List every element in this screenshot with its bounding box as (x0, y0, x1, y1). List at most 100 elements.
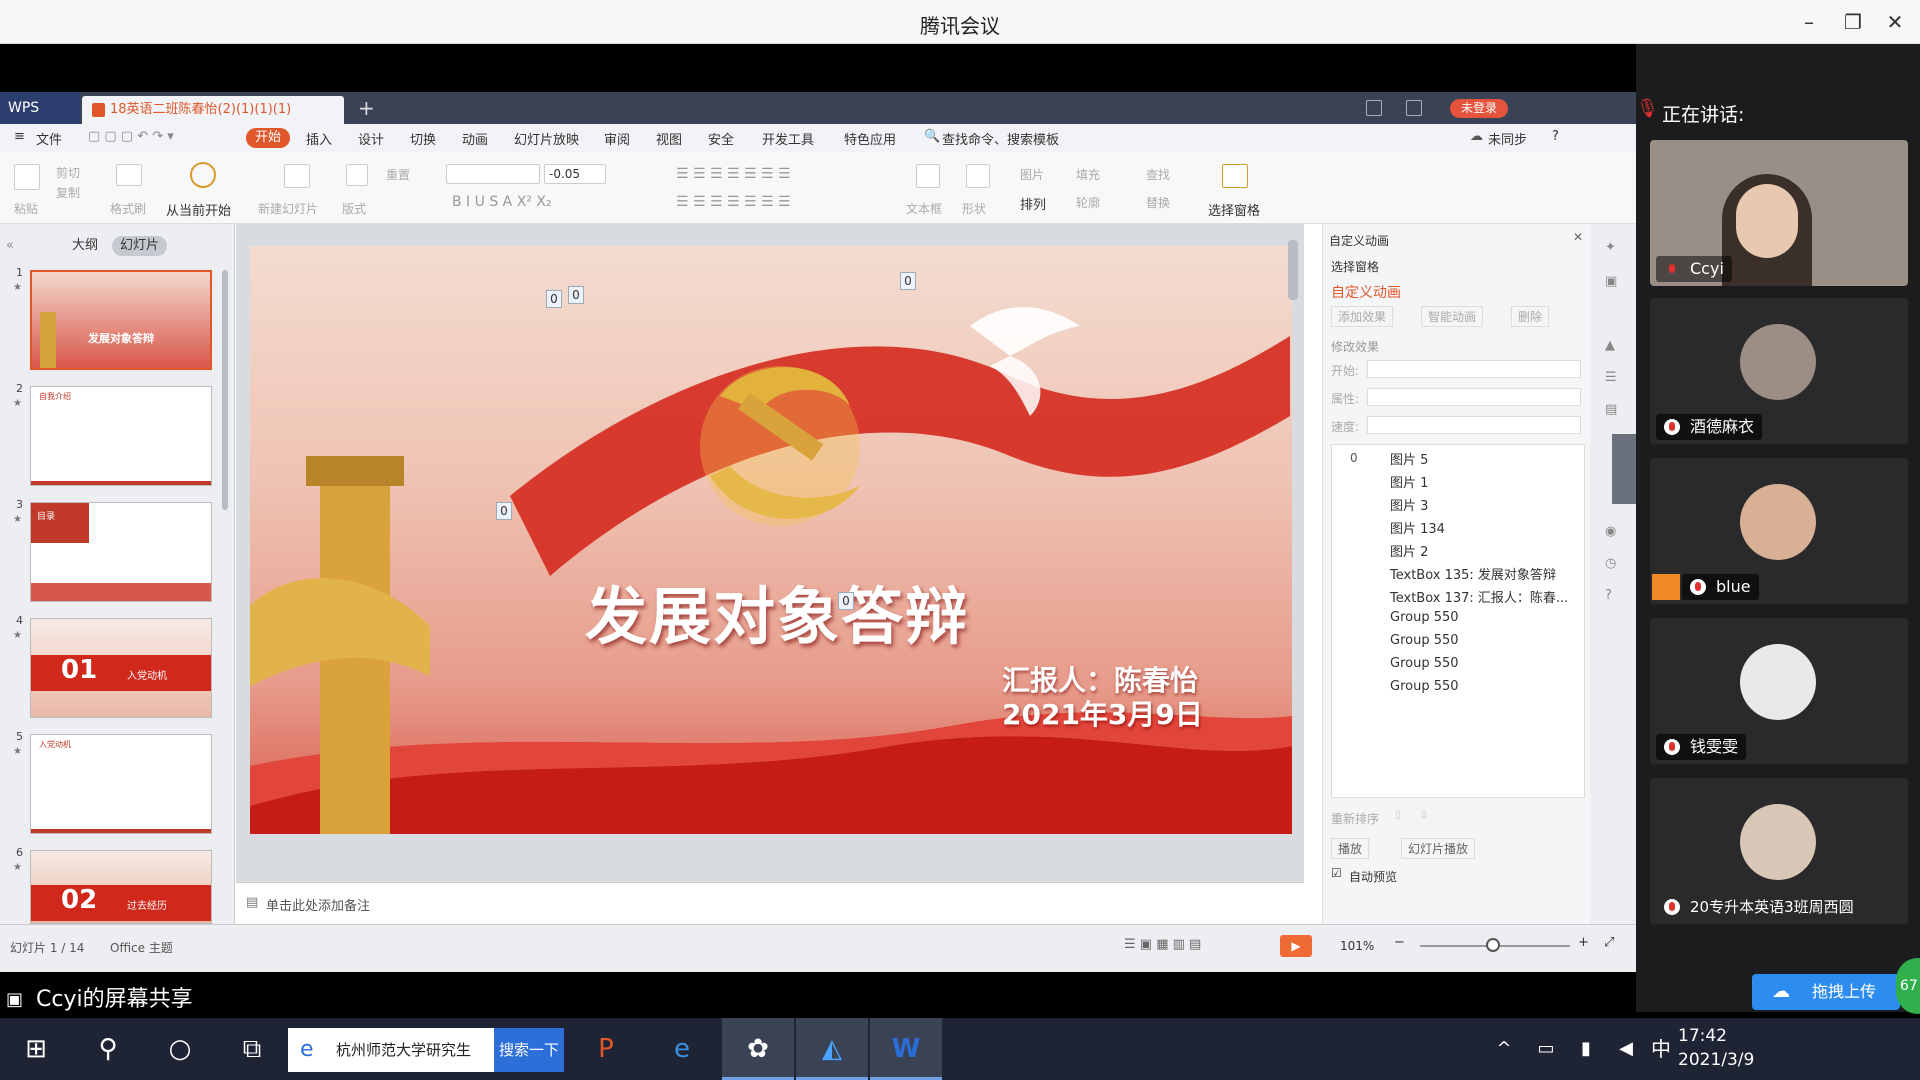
collapse-panel-icon[interactable]: « (6, 238, 14, 253)
tab-slides[interactable]: 幻灯片 (112, 236, 168, 256)
slide-reporter[interactable]: 汇报人：陈春怡 2021年3月9日 (1002, 664, 1203, 732)
select-pane-icon[interactable] (1222, 164, 1248, 188)
layout-icon[interactable] (346, 164, 368, 186)
quick-access-toolbar[interactable]: ▢ ▢ ▢ ↶ ↷ ▾ (88, 129, 174, 144)
new-tab-button[interactable]: + (358, 92, 375, 124)
view-mode-icons[interactable]: ☰ ▣ ▦ ▥ ▤ (1124, 937, 1201, 952)
smart-animation-button[interactable]: 智能动画 (1421, 306, 1484, 327)
property-select[interactable] (1367, 388, 1581, 406)
anim-item[interactable]: Group 550 (1390, 610, 1459, 625)
paste-icon[interactable] (14, 164, 40, 190)
play-from-current-button[interactable]: 从当前开始 (166, 200, 231, 219)
participant-tile[interactable]: 钱雯雯 (1650, 618, 1908, 764)
search-icon[interactable]: ⚲ (72, 1018, 144, 1080)
edge-icon[interactable]: e (646, 1018, 718, 1080)
participant-video[interactable]: Ccyi (1650, 140, 1908, 286)
login-button[interactable]: 未登录 (1450, 99, 1508, 118)
pane-header[interactable]: 自定义动画 (1329, 232, 1389, 249)
menu-developer[interactable]: 开发工具 (762, 129, 814, 148)
fit-window-icon[interactable]: ⤢ (1604, 935, 1614, 950)
anim-item[interactable]: 图片 2 (1390, 541, 1428, 560)
animation-tag[interactable]: 0 (568, 286, 584, 304)
search-icon[interactable]: 🔍 (924, 129, 940, 144)
hamburger-icon[interactable]: ≡ (14, 129, 25, 144)
picture-button[interactable]: 图片 (1020, 166, 1044, 183)
slide-thumb-1[interactable]: 发展对象答辩 (30, 270, 212, 370)
move-up-icon[interactable]: ⇧ (1393, 808, 1403, 822)
slide-thumb-5[interactable]: 入党动机 (30, 734, 212, 834)
slide-thumb-2[interactable]: 自我介绍 (30, 386, 212, 486)
anim-item[interactable]: TextBox 137: 汇报人：陈春... (1390, 587, 1568, 606)
menu-file[interactable]: 文件 (36, 129, 62, 148)
task-view-icon[interactable]: ⧉ (216, 1018, 288, 1080)
textbox-icon[interactable] (916, 164, 940, 188)
system-clock[interactable]: 17:42 2021/3/9 (1678, 1024, 1754, 1072)
drag-upload-button[interactable]: ☁ 拖拽上传 (1752, 974, 1900, 1010)
cloud-sync-icon[interactable]: ☁ (1470, 129, 1483, 144)
menu-transition[interactable]: 切换 (410, 129, 436, 148)
history-icon[interactable]: ◷ (1605, 556, 1616, 571)
tencent-meeting-icon[interactable]: ✿ (722, 1018, 794, 1080)
menu-animation[interactable]: 动画 (462, 129, 488, 148)
slide-scrollbar[interactable] (1288, 240, 1298, 300)
speed-select[interactable] (1367, 416, 1581, 434)
fill-button[interactable]: 填充 (1076, 166, 1100, 183)
property-icon[interactable]: ☰ (1605, 370, 1617, 385)
slide-title[interactable]: 发展对象答辩 (585, 566, 969, 656)
pane-close-icon[interactable]: ✕ (1573, 230, 1583, 244)
find-button[interactable]: 查找 (1146, 166, 1170, 183)
cortana-icon[interactable]: ○ (144, 1018, 216, 1080)
shape-pane-icon[interactable]: ▣ (1605, 274, 1617, 289)
wps-logo[interactable]: WPS (0, 92, 80, 124)
command-search[interactable]: 查找命令、搜索模板 (942, 129, 1059, 148)
font-name-select[interactable] (446, 164, 540, 184)
menu-view[interactable]: 视图 (656, 129, 682, 148)
zoom-level[interactable]: 101% (1340, 939, 1374, 953)
participant-tile[interactable]: 酒德麻衣 (1650, 298, 1908, 444)
slide-thumb-6[interactable]: 02 过去经历 (30, 850, 212, 924)
copy-button[interactable]: 复制 (56, 184, 80, 201)
word-icon[interactable]: W (870, 1018, 942, 1080)
menu-home[interactable]: 开始 (246, 128, 291, 148)
slide-thumb-3[interactable]: 目录 (30, 502, 212, 602)
ime-indicator[interactable]: 中 (1646, 1018, 1676, 1080)
photos-icon[interactable]: ◭ (796, 1018, 868, 1080)
layout-pane-icon[interactable]: ▤ (1605, 402, 1617, 417)
slide-thumb-4[interactable]: 01 入党动机 (30, 618, 212, 718)
volume-icon[interactable]: ◀ (1606, 1018, 1646, 1080)
slideshow-button[interactable]: 幻灯片播放 (1401, 838, 1476, 859)
document-tab[interactable]: 18英语二班陈春怡(2)(1)(1)(1) (82, 96, 344, 124)
help-pane-icon[interactable]: ? (1605, 588, 1612, 603)
select-pane-button[interactable]: 选择窗格 (1208, 200, 1260, 219)
anim-item[interactable]: Group 550 (1390, 679, 1459, 694)
anim-item[interactable]: TextBox 135: 发展对象答辩 (1390, 564, 1556, 583)
expand-pane-tab[interactable] (1612, 434, 1636, 504)
anim-item[interactable]: Group 550 (1390, 656, 1459, 671)
arrange-button[interactable]: 排列 (1020, 194, 1046, 213)
animation-pane-icon[interactable]: ▲ (1605, 338, 1615, 353)
outline-button[interactable]: 轮廓 (1076, 194, 1100, 211)
reset-button[interactable]: 重置 (386, 166, 410, 183)
battery-icon[interactable]: ▮ (1566, 1018, 1606, 1080)
skin-icon[interactable] (1406, 100, 1422, 116)
anim-item[interactable]: Group 550 (1390, 633, 1459, 648)
play-icon[interactable] (190, 162, 216, 188)
format-painter-icon[interactable] (116, 164, 142, 186)
participant-tile[interactable]: 20专升本英语3班周西圆 (1650, 778, 1908, 924)
menu-design[interactable]: 设计 (358, 129, 384, 148)
anim-item[interactable]: 图片 3 (1390, 495, 1428, 514)
network-icon[interactable]: ▭ (1526, 1018, 1566, 1080)
select-pane-link[interactable]: 选择窗格 (1331, 258, 1379, 275)
move-down-icon[interactable]: ⇩ (1419, 808, 1429, 822)
cut-button[interactable]: 剪切 (56, 164, 80, 181)
sync-status[interactable]: 未同步 (1488, 129, 1527, 148)
anim-item[interactable]: 图片 5 (1390, 449, 1428, 468)
anim-item[interactable]: 图片 134 (1390, 518, 1445, 537)
animation-list[interactable]: 0 图片 5 图片 1 图片 3 图片 134 图片 2 TextBox 135… (1331, 444, 1585, 798)
menu-review[interactable]: 审阅 (604, 129, 630, 148)
window-layout-icon[interactable] (1366, 100, 1382, 116)
minimize-button[interactable]: – (1794, 8, 1824, 36)
browser-search-input[interactable]: e 杭州师范大学研究生 (288, 1028, 494, 1072)
notes-area[interactable]: ▤ 单击此处添加备注 (236, 882, 1304, 924)
zoom-in-icon[interactable]: + (1578, 935, 1589, 950)
